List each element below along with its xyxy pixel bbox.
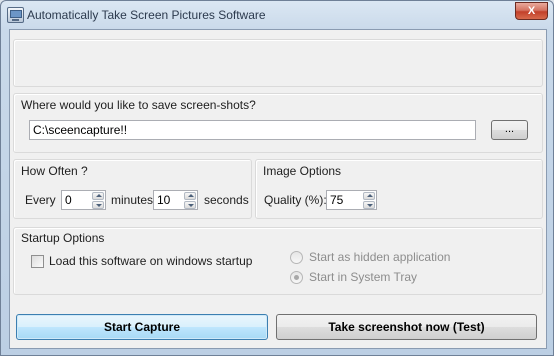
minutes-spin-buttons[interactable] [91,190,106,210]
save-location-panel: Where would you like to save screen-shot… [13,93,543,153]
seconds-stepper[interactable] [153,190,198,210]
how-often-panel: How Often ? Every minutes seconds [13,159,252,219]
how-often-heading: How Often ? [21,164,88,178]
quality-spin-buttons[interactable] [362,190,377,210]
start-tray-label[interactable]: Start in System Tray [309,270,417,284]
client-area: Where would you like to save screen-shot… [9,29,547,349]
quality-stepper[interactable] [326,190,377,210]
seconds-down-arrow-icon[interactable] [184,201,196,209]
image-options-panel: Image Options Quality (%): [255,159,543,219]
startup-options-panel: Startup Options Load this software on wi… [13,227,543,295]
seconds-spin-buttons[interactable] [183,190,198,210]
minutes-stepper[interactable] [61,190,106,210]
image-options-heading: Image Options [263,164,342,178]
quality-down-arrow-icon[interactable] [363,201,375,209]
start-capture-button[interactable]: Start Capture [16,314,268,340]
save-path-input[interactable] [29,120,476,140]
browse-button[interactable]: ... [491,120,528,140]
startup-options-heading: Startup Options [21,231,105,245]
save-location-heading: Where would you like to save screen-shot… [21,98,256,112]
app-window: Automatically Take Screen Pictures Softw… [0,0,554,356]
quality-up-arrow-icon[interactable] [363,192,375,200]
window-title: Automatically Take Screen Pictures Softw… [27,8,266,22]
app-icon [7,7,24,23]
start-hidden-label[interactable]: Start as hidden application [309,250,450,264]
quality-input[interactable] [326,190,363,210]
every-label: Every [25,193,56,207]
minutes-input[interactable] [61,190,92,210]
title-bar: Automatically Take Screen Pictures Softw… [1,1,553,29]
minutes-up-arrow-icon[interactable] [92,192,104,200]
minutes-down-arrow-icon[interactable] [92,201,104,209]
start-tray-radio[interactable] [290,271,303,284]
quality-label: Quality (%): [264,193,327,207]
load-on-startup-label[interactable]: Load this software on windows startup [49,254,252,268]
seconds-input[interactable] [153,190,184,210]
minutes-label: minutes [111,193,154,207]
seconds-up-arrow-icon[interactable] [184,192,196,200]
radio-selected-dot [294,275,299,280]
close-button[interactable]: X [515,2,548,20]
seconds-label: seconds [204,193,249,207]
load-on-startup-checkbox[interactable] [31,255,44,268]
start-hidden-radio[interactable] [290,251,303,264]
take-screenshot-test-button[interactable]: Take screenshot now (Test) [276,314,537,340]
info-panel [13,39,543,87]
